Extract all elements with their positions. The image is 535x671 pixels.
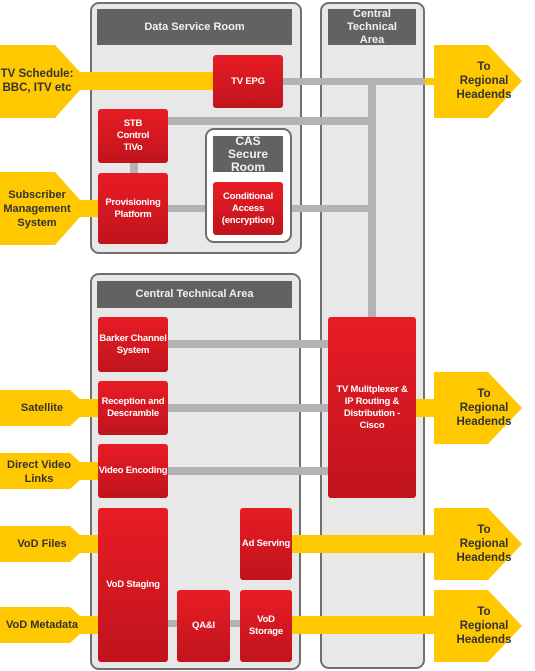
box-stb-control: STB Control TiVo bbox=[98, 109, 168, 163]
broadcast-architecture-diagram: Data Service Room Central Technical Area… bbox=[0, 0, 535, 671]
input-label-subscriber: Subscriber Management System bbox=[3, 189, 71, 229]
room-header-data-service: Data Service Room bbox=[97, 9, 292, 45]
connector-video-encoding bbox=[168, 467, 330, 475]
connector-stb-provisioning bbox=[130, 163, 138, 173]
room-header-central-bottom: Central Technical Area bbox=[97, 281, 292, 308]
output-label-4: To Regional Headends bbox=[456, 606, 512, 646]
output-label-2: To Regional Headends bbox=[456, 388, 512, 428]
input-label-direct-video: Direct Video Links bbox=[7, 459, 71, 485]
room-header-central-right: Central Technical Area bbox=[328, 8, 416, 46]
input-label-tv-schedule: TV Schedule: BBC, ITV etc bbox=[0, 68, 74, 94]
box-ad-serving: Ad Serving bbox=[240, 508, 292, 580]
box-provisioning: Provisioning Platform bbox=[98, 173, 168, 244]
box-video-encoding: Video Encoding bbox=[98, 444, 168, 498]
box-multiplexer: TV Mulitplexer & IP Routing & Distributi… bbox=[328, 317, 416, 498]
box-vod-storage: VoD Storage bbox=[240, 590, 292, 662]
box-vod-staging: VoD Staging bbox=[98, 508, 168, 662]
output-label-3: To Regional Headends bbox=[456, 524, 512, 564]
connector-stb bbox=[168, 117, 368, 125]
input-label-vod-metadata: VoD Metadata bbox=[6, 619, 78, 631]
connector-reception bbox=[168, 404, 330, 412]
box-reception: Reception and Descramble bbox=[98, 381, 168, 435]
input-label-vod-files: VoD Files bbox=[17, 538, 67, 550]
connector-vertical bbox=[368, 85, 376, 320]
room-header-cas: CAS Secure Room bbox=[213, 134, 283, 173]
connector-barker bbox=[168, 340, 330, 348]
box-conditional-access: Conditional Access (encryption) bbox=[213, 182, 283, 235]
input-label-satellite: Satellite bbox=[20, 402, 64, 414]
output-label-1: To Regional Headends bbox=[456, 61, 512, 101]
box-barker-channel: Barker Channel System bbox=[98, 317, 168, 372]
box-tv-epg: TV EPG bbox=[213, 55, 283, 108]
connector-epg bbox=[283, 78, 428, 85]
box-qai: QA&I bbox=[177, 590, 230, 662]
